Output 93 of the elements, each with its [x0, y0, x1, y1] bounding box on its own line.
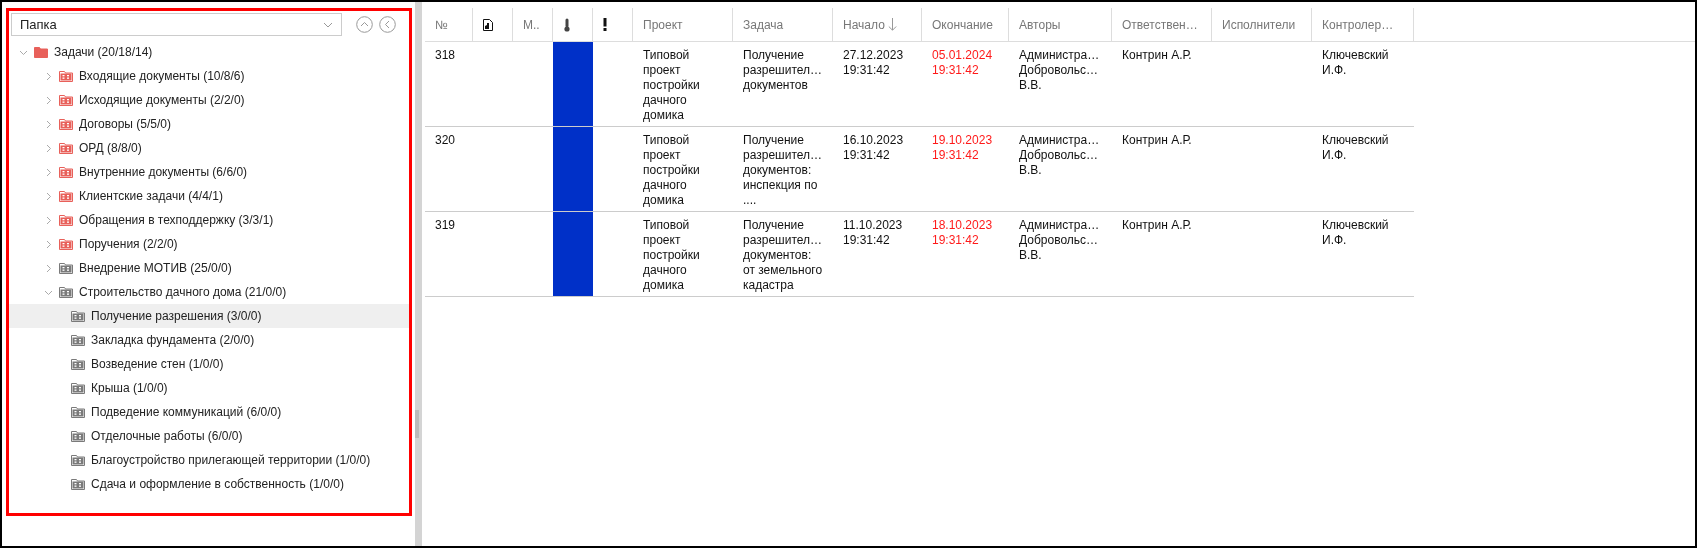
column-header[interactable]: Задача: [733, 8, 833, 41]
chevron-right-icon[interactable]: [44, 95, 53, 105]
tree-item[interactable]: Благоустройство прилегающей территории (1/0/0): [9, 448, 409, 472]
chevron-right-icon[interactable]: [44, 167, 53, 177]
tree-item-label: Получение разрешения (3/0/0): [91, 308, 262, 325]
table-cell-text: 19.10.2023 19:31:42: [931, 132, 994, 164]
document-icon: [483, 18, 493, 31]
tree-item-label: Исходящие документы (2/2/0): [79, 92, 245, 109]
tree-item[interactable]: Крыша (1/0/0): [9, 376, 409, 400]
table-cell-text: 318: [434, 47, 457, 64]
table-cell-text: Добровольс… В.В.: [1019, 148, 1100, 178]
table-cell-text: Типовой проект постройки дачного домика: [642, 47, 701, 124]
table-cell-text: Ключевский И.Ф.: [1321, 132, 1390, 164]
table-cell-text: Добровольс… В.В.: [1019, 63, 1100, 93]
tree-item-label: Возведение стен (1/0/0): [91, 356, 224, 373]
tree-item[interactable]: Закладка фундамента (2/0/0): [9, 328, 409, 352]
chevron-right-icon[interactable]: [44, 263, 53, 273]
tree-item-label: Строительство дачного дома (21/0/0): [79, 284, 287, 301]
tree-item[interactable]: Поручения (2/2/0): [9, 232, 409, 256]
table-cell-text: Администра…: [1019, 48, 1101, 63]
tree-item[interactable]: Подведение коммуникаций (6/0/0): [9, 400, 409, 424]
folder-select[interactable]: Папка: [11, 13, 342, 36]
tree-item-label: ОРД (8/8/0): [79, 140, 142, 157]
table-cell-text: Добровольс… В.В.: [1019, 233, 1100, 263]
tree-item-label: Крыша (1/0/0): [91, 380, 168, 397]
thermometer-icon: [563, 17, 571, 32]
column-header[interactable]: Авторы: [1009, 8, 1112, 41]
table-cell-text: 27.12.2023 19:31:42: [842, 47, 905, 79]
table-cell-text: Типовой проект постройки дачного домика: [642, 132, 701, 209]
tree-item-label: Входящие документы (10/8/6): [79, 68, 245, 85]
chevron-right-icon[interactable]: [44, 119, 53, 129]
chevron-right-icon[interactable]: [44, 215, 53, 225]
column-header[interactable]: Контролер…: [1312, 8, 1414, 41]
table-cell-text: Получение разрешител… документов: от земельного кадастра: [742, 217, 824, 294]
tree-item[interactable]: Внутренние документы (6/6/0): [9, 160, 409, 184]
tree-item-label: Задачи (20/18/14): [54, 44, 153, 61]
table-cell-text: 320: [434, 132, 457, 149]
chevron-right-icon[interactable]: [44, 71, 53, 81]
tree-item[interactable]: Возведение стен (1/0/0): [9, 352, 409, 376]
tree-item-label: Отделочные работы (6/0/0): [91, 428, 243, 445]
tree-item[interactable]: ОРД (8/8/0): [9, 136, 409, 160]
tree-item[interactable]: Отделочные работы (6/0/0): [9, 424, 409, 448]
tree-item-label: Внедрение МОТИВ (25/0/0): [79, 260, 232, 277]
table-cell-text: Контрин А.Р.: [1121, 132, 1193, 149]
tree-item[interactable]: Внедрение МОТИВ (25/0/0): [9, 256, 409, 280]
table-cell-text: 11.10.2023 19:31:42: [842, 217, 904, 249]
chevron-right-icon[interactable]: [44, 239, 53, 249]
column-header[interactable]: Окончание: [922, 8, 1009, 41]
table-cell-text: Администра…: [1019, 133, 1101, 148]
table-cell-text: 16.10.2023 19:31:42: [842, 132, 905, 164]
tree-item-label: Клиентские задачи (4/4/1): [79, 188, 223, 205]
tree-item[interactable]: Задачи (20/18/14): [9, 40, 409, 64]
table-cell-text: 319: [434, 217, 457, 234]
tree-item[interactable]: Получение разрешения (3/0/0): [9, 304, 409, 328]
table-cell-text: Получение разрешител… документов: инспекция по ....: [742, 132, 824, 209]
tree-item[interactable]: Строительство дачного дома (21/0/0): [9, 280, 409, 304]
column-header[interactable]: №: [425, 8, 473, 41]
tree-item-label: Закладка фундамента (2/0/0): [91, 332, 255, 349]
tree-item[interactable]: Обращения в техподдержку (3/3/1): [9, 208, 409, 232]
tree-item[interactable]: Договоры (5/5/0): [9, 112, 409, 136]
table-cell-text: Типовой проект постройки дачного домика: [642, 217, 701, 294]
collapse-up-icon[interactable]: [356, 16, 373, 33]
table-cell-text: Администра…: [1019, 218, 1101, 233]
table-cell-text: 05.01.2024 19:31:42: [931, 47, 994, 79]
tree-item-label: Обращения в техподдержку (3/3/1): [79, 212, 274, 229]
column-header[interactable]: Исполнители: [1212, 8, 1312, 41]
chevron-down-icon: [323, 21, 333, 28]
tree-item-label: Поручения (2/2/0): [79, 236, 178, 253]
table-cell-text: Ключевский И.Ф.: [1321, 217, 1390, 249]
column-header[interactable]: Начало: [833, 8, 922, 41]
sort-down-icon: [887, 18, 897, 31]
tree-item[interactable]: Клиентские задачи (4/4/1): [9, 184, 409, 208]
column-header[interactable]: М..: [513, 8, 553, 41]
exclamation-icon: [603, 18, 607, 31]
tree-item-label: Договоры (5/5/0): [79, 116, 171, 133]
column-header[interactable]: Проект: [633, 8, 733, 41]
tree-item-label: Внутренние документы (6/6/0): [79, 164, 248, 181]
table-cell-text: Контрин А.Р.: [1121, 47, 1193, 64]
tree-item[interactable]: Исходящие документы (2/2/0): [9, 88, 409, 112]
tree-item-label: Благоустройство прилегающей территории (1/0/0): [91, 452, 371, 469]
tree-item-label: Подведение коммуникаций (6/0/0): [91, 404, 282, 421]
table-cell-text: 18.10.2023 19:31:42: [931, 217, 994, 249]
chevron-right-icon[interactable]: [44, 191, 53, 201]
column-header[interactable]: Ответствен…: [1112, 8, 1212, 41]
collapse-left-icon[interactable]: [379, 16, 396, 33]
tree-item[interactable]: Входящие документы (10/8/6): [9, 64, 409, 88]
table-cell-text: Получение разрешител… документов: [742, 47, 824, 94]
table-cell-text: Контрин А.Р.: [1121, 217, 1193, 234]
table-cell-text: Ключевский И.Ф.: [1321, 47, 1390, 79]
splitter[interactable]: [415, 2, 422, 546]
tree-item[interactable]: Сдача и оформление в собственность (1/0/0): [9, 472, 409, 496]
tree-item-label: Сдача и оформление в собственность (1/0/0): [91, 476, 344, 493]
chevron-right-icon[interactable]: [44, 143, 53, 153]
